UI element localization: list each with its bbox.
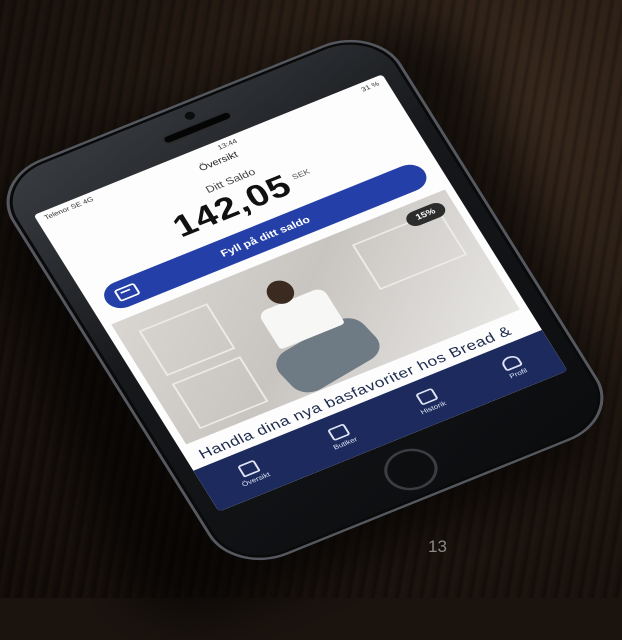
tab-butiker[interactable]: Butiker [323,422,359,451]
balance-currency: SEK [290,167,312,182]
tab-profil[interactable]: Profil [499,353,529,380]
tab-historik[interactable]: Historik [411,386,448,416]
page-number: 13 [428,537,447,556]
front-camera [182,110,197,122]
home-button[interactable] [375,441,447,498]
tab-oversikt[interactable]: Översikt [232,457,272,488]
